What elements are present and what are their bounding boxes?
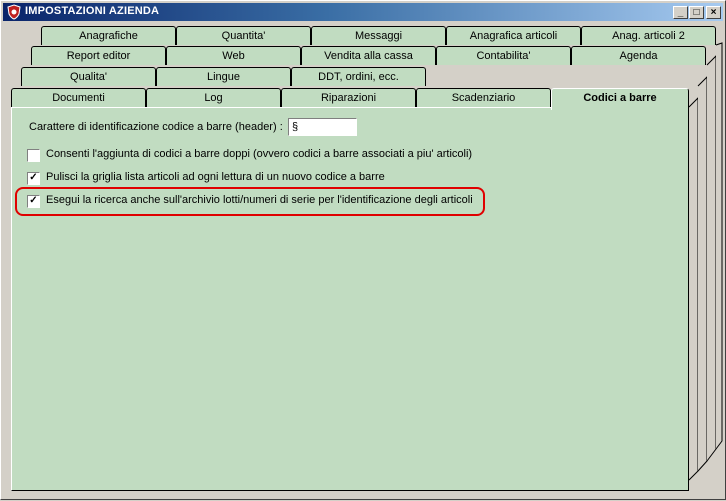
codici-a-barre-panel: Carattere di identificazione codice a ba… (11, 107, 689, 491)
close-button[interactable]: × (706, 6, 721, 19)
allow-duplicate-barcodes-checkbox[interactable] (27, 149, 40, 162)
tab-ddt-ordini[interactable]: DDT, ordini, ecc. (291, 67, 426, 86)
clear-grid-label[interactable]: Pulisci la griglia lista articoli ad ogn… (46, 171, 385, 183)
tab-qualita[interactable]: Qualita' (21, 67, 156, 86)
tab-anagrafiche[interactable]: Anagrafiche (41, 26, 176, 45)
tab-anagrafica-articoli[interactable]: Anagrafica articoli (446, 26, 581, 45)
search-lots-serials-label[interactable]: Esegui la ricerca anche sull'archivio lo… (46, 194, 473, 206)
tab-web[interactable]: Web (166, 46, 301, 65)
header-char-label: Carattere di identificazione codice a ba… (29, 121, 283, 133)
tab-vendita-alla-cassa[interactable]: Vendita alla cassa (301, 46, 436, 65)
settings-window: IMPOSTAZIONI AZIENDA _ □ × Anagrafiche Q… (0, 0, 726, 500)
tab-report-editor[interactable]: Report editor (31, 46, 166, 65)
search-lots-serials-checkbox[interactable]: ✓ (27, 195, 40, 208)
tab-codici-a-barre[interactable]: Codici a barre (551, 88, 689, 110)
tab-scadenziario[interactable]: Scadenziario (416, 88, 551, 107)
tab-anag-articoli-2[interactable]: Anag. articoli 2 (581, 26, 716, 45)
tab-agenda[interactable]: Agenda (571, 46, 706, 65)
tab-log[interactable]: Log (146, 88, 281, 107)
app-shield-icon (7, 4, 21, 20)
tab-lingue[interactable]: Lingue (156, 67, 291, 86)
tab-documenti[interactable]: Documenti (11, 88, 146, 107)
tab-contabilita[interactable]: Contabilita' (436, 46, 571, 65)
clear-grid-checkbox[interactable]: ✓ (27, 172, 40, 185)
maximize-button[interactable]: □ (689, 6, 704, 19)
window-title: IMPOSTAZIONI AZIENDA (25, 5, 160, 17)
tab-messaggi[interactable]: Messaggi (311, 26, 446, 45)
tab-riparazioni[interactable]: Riparazioni (281, 88, 416, 107)
title-bar[interactable]: IMPOSTAZIONI AZIENDA _ □ × (3, 3, 723, 21)
tab-quantita[interactable]: Quantita' (176, 26, 311, 45)
minimize-button[interactable]: _ (673, 6, 688, 19)
allow-duplicate-barcodes-label[interactable]: Consenti l'aggiunta di codici a barre do… (46, 148, 472, 160)
header-char-input[interactable]: § (288, 118, 357, 136)
